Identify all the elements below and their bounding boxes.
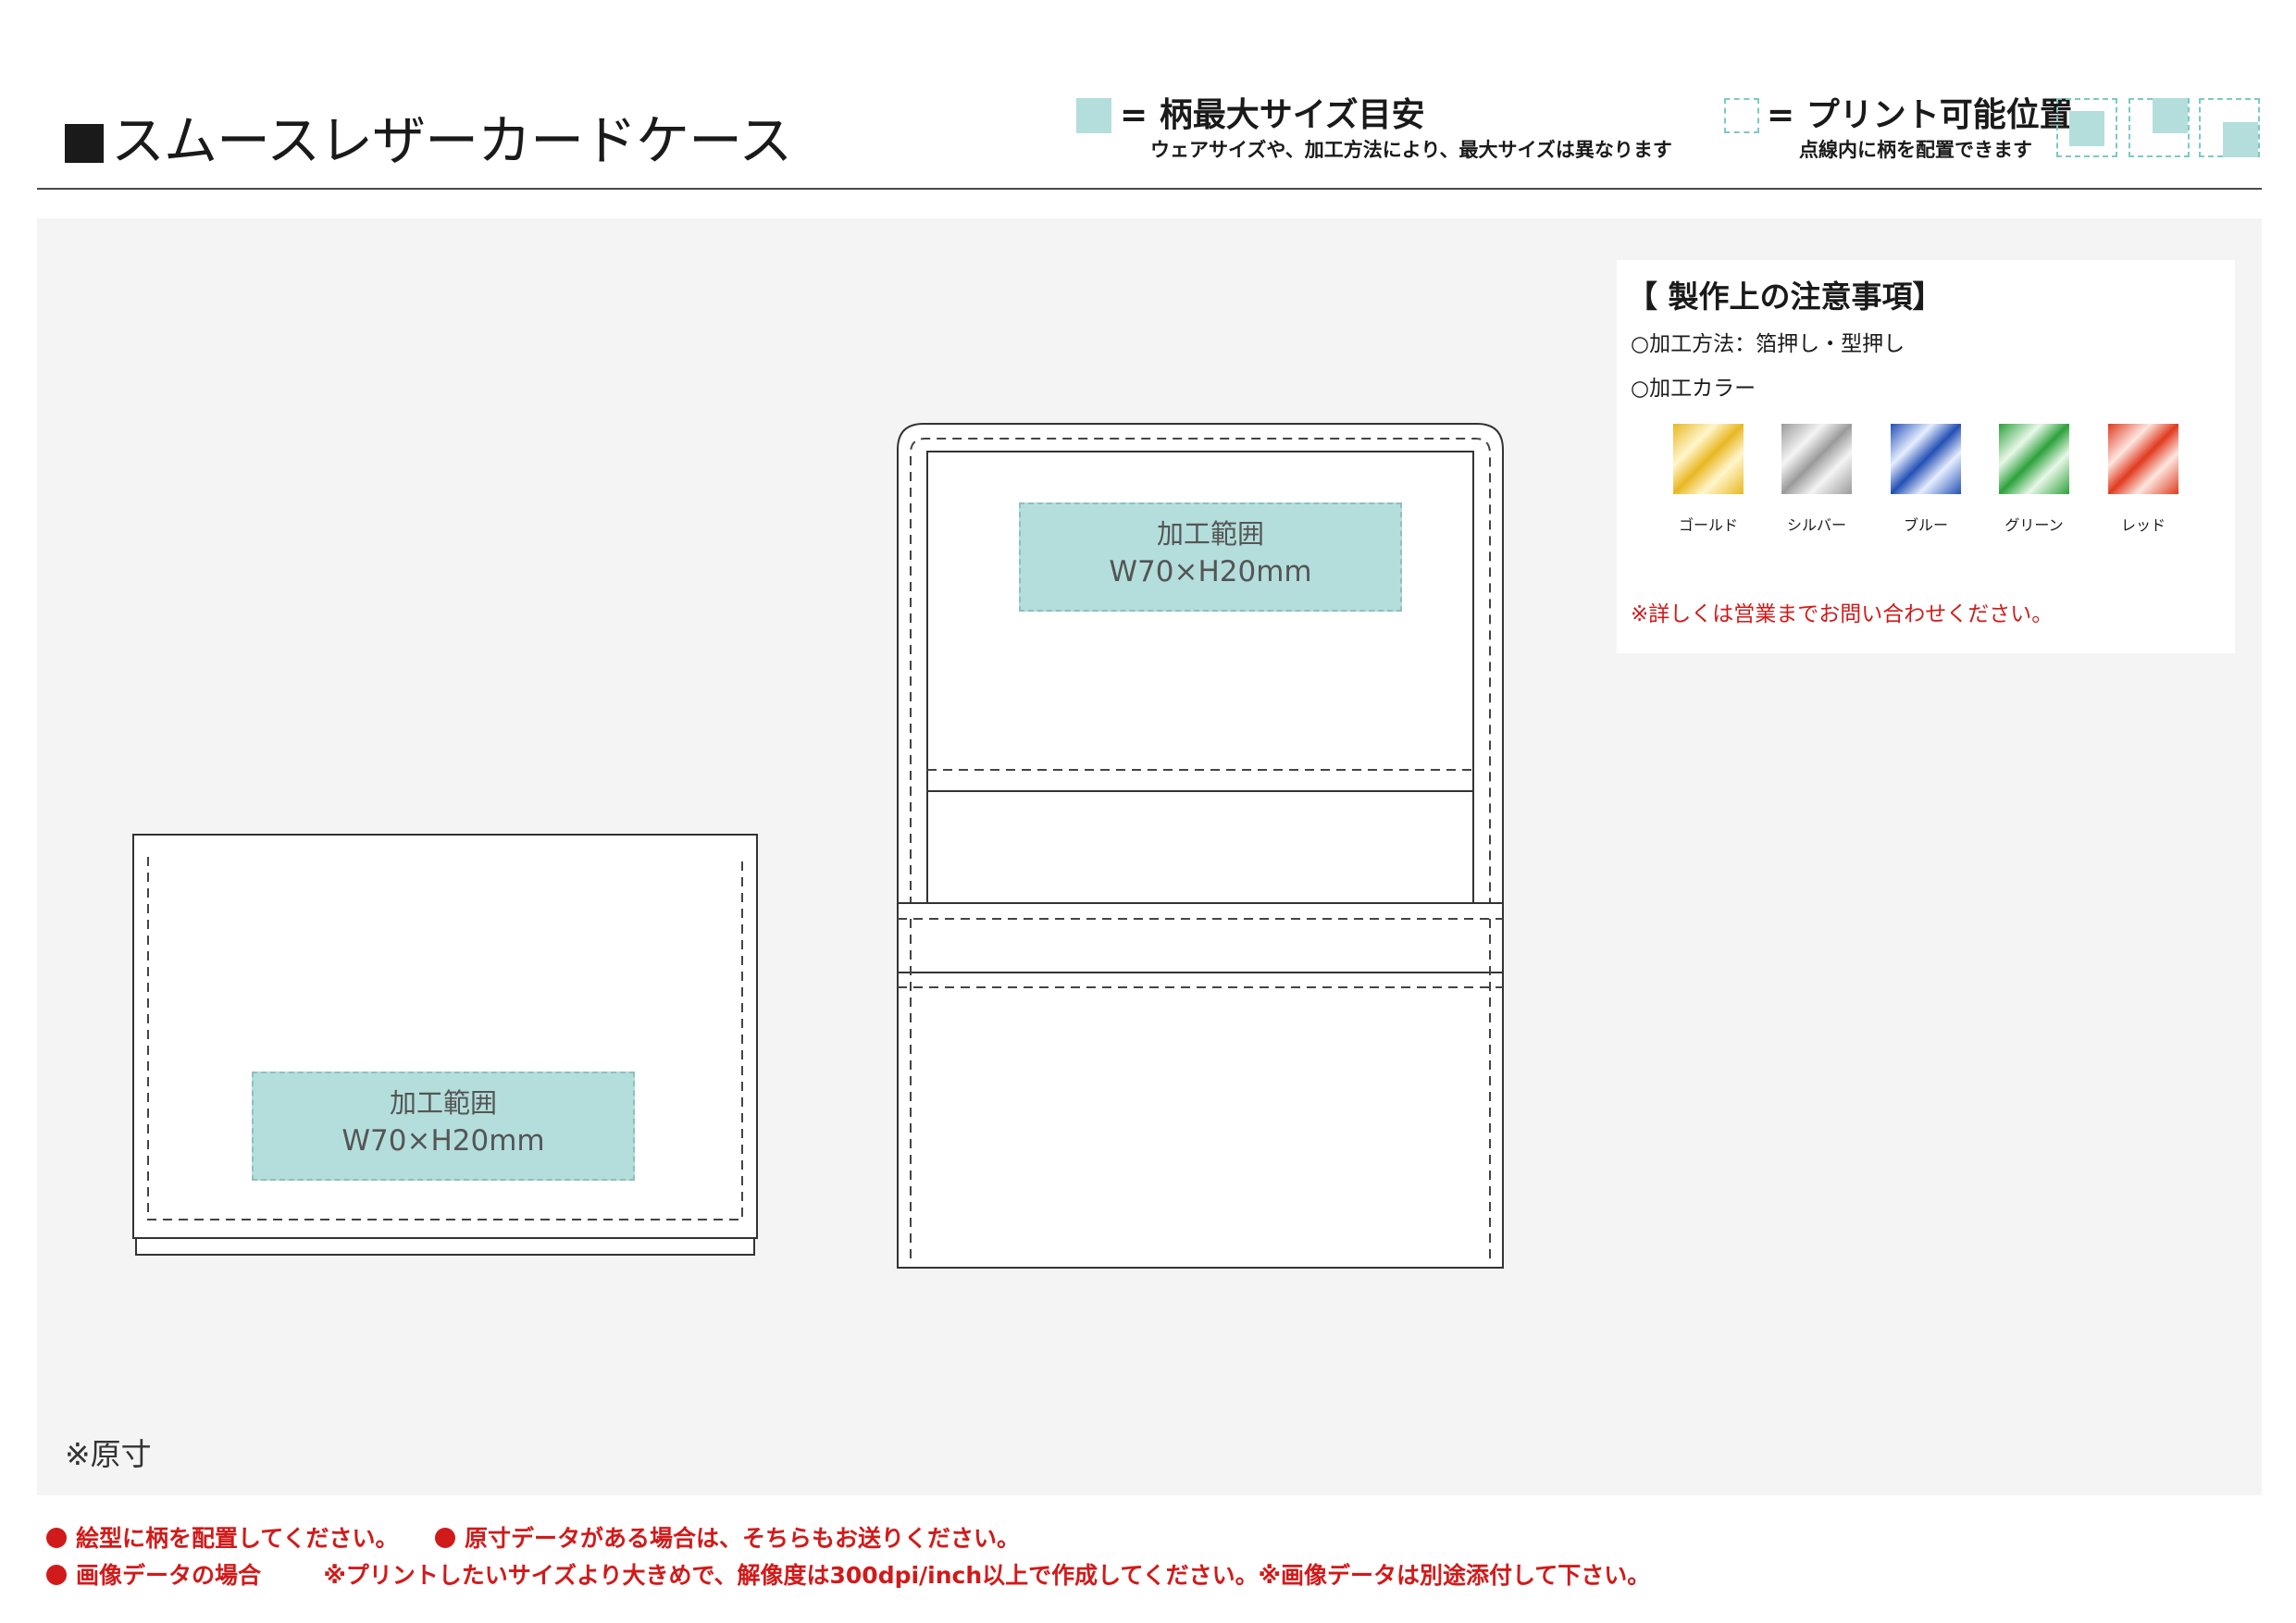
print-position-dashed-icon bbox=[1724, 98, 1759, 133]
notes-contact: ※詳しくは営業までお問い合わせください。 bbox=[1631, 602, 2054, 626]
footer-note-image-data: 画像データの場合 bbox=[76, 1562, 262, 1589]
print-area-inner: 加工範囲 W70×H20mm bbox=[1019, 502, 1402, 612]
scale-note: ※原寸 bbox=[65, 1436, 152, 1472]
color-label-gold: ゴールド bbox=[1678, 516, 1738, 534]
legend-print-note: 点線内に柄を配置できます bbox=[1799, 139, 2032, 161]
color-label-red: レッド bbox=[2120, 516, 2166, 534]
page-title: スムースレザーカードケース bbox=[65, 104, 792, 178]
notes-title: 【 製作上の注意事項】 bbox=[1627, 279, 1943, 315]
silver-foil-swatch-icon bbox=[1781, 424, 1852, 494]
red-foil-swatch-icon bbox=[2108, 424, 2178, 494]
color-label-silver: シルバー bbox=[1786, 516, 1846, 534]
gold-foil-swatch-icon bbox=[1673, 424, 1744, 494]
position-example-center-icon bbox=[2056, 98, 2117, 157]
footer-note-resolution: ※プリントしたいサイズより大きめで、解像度は300dpi/inch以上で作成して… bbox=[323, 1562, 1651, 1589]
title-square-icon bbox=[65, 124, 104, 163]
blue-foil-swatch-icon bbox=[1891, 424, 1961, 494]
pattern-size-swatch-icon bbox=[1076, 98, 1111, 133]
print-area-label: 加工範囲 bbox=[1156, 518, 1264, 550]
footer-line-2: 画像データの場合 ※プリントしたいサイズより大きめで、解像度は300dpi/in… bbox=[46, 1560, 1650, 1592]
bullet-icon bbox=[46, 1528, 67, 1548]
footer-line-1: 絵型に柄を配置してください。 原寸データがある場合は、そちらもお送りください。 bbox=[46, 1523, 1020, 1555]
print-area-label: 加工範囲 bbox=[389, 1087, 497, 1119]
position-example-bottomright-icon bbox=[2199, 98, 2260, 157]
bullet-icon bbox=[46, 1565, 67, 1585]
print-area-front: 加工範囲 W70×H20mm bbox=[252, 1072, 635, 1181]
foil-color-swatches bbox=[1673, 424, 2178, 494]
position-example-topright-icon bbox=[2128, 98, 2190, 157]
header-divider bbox=[37, 188, 2262, 190]
legend-print-title: = プリント可能位置 bbox=[1767, 96, 2073, 134]
print-area-size: W70×H20mm bbox=[1109, 555, 1312, 588]
notes-color-heading: ○加工カラー bbox=[1631, 377, 1756, 401]
color-label-green: グリーン bbox=[2004, 516, 2064, 534]
page-title-text: スムースレザーカードケース bbox=[111, 109, 792, 172]
bullet-icon bbox=[434, 1528, 455, 1548]
color-label-blue: ブルー bbox=[1903, 516, 1948, 534]
footer-note-place-pattern: 絵型に柄を配置してください。 bbox=[76, 1525, 399, 1552]
notes-method: ○加工方法：箔押し・型押し bbox=[1631, 332, 1905, 356]
closed-case-drawing bbox=[132, 834, 758, 1256]
legend-pattern-note: ウェアサイズや、加工方法により、最大サイズは異なります bbox=[1150, 139, 1672, 161]
green-foil-swatch-icon bbox=[1999, 424, 2069, 494]
legend-pattern-title: = 柄最大サイズ目安 bbox=[1120, 96, 1425, 134]
print-area-size: W70×H20mm bbox=[341, 1124, 545, 1158]
footer-note-send-data: 原寸データがある場合は、そちらもお送りください。 bbox=[464, 1525, 1020, 1552]
